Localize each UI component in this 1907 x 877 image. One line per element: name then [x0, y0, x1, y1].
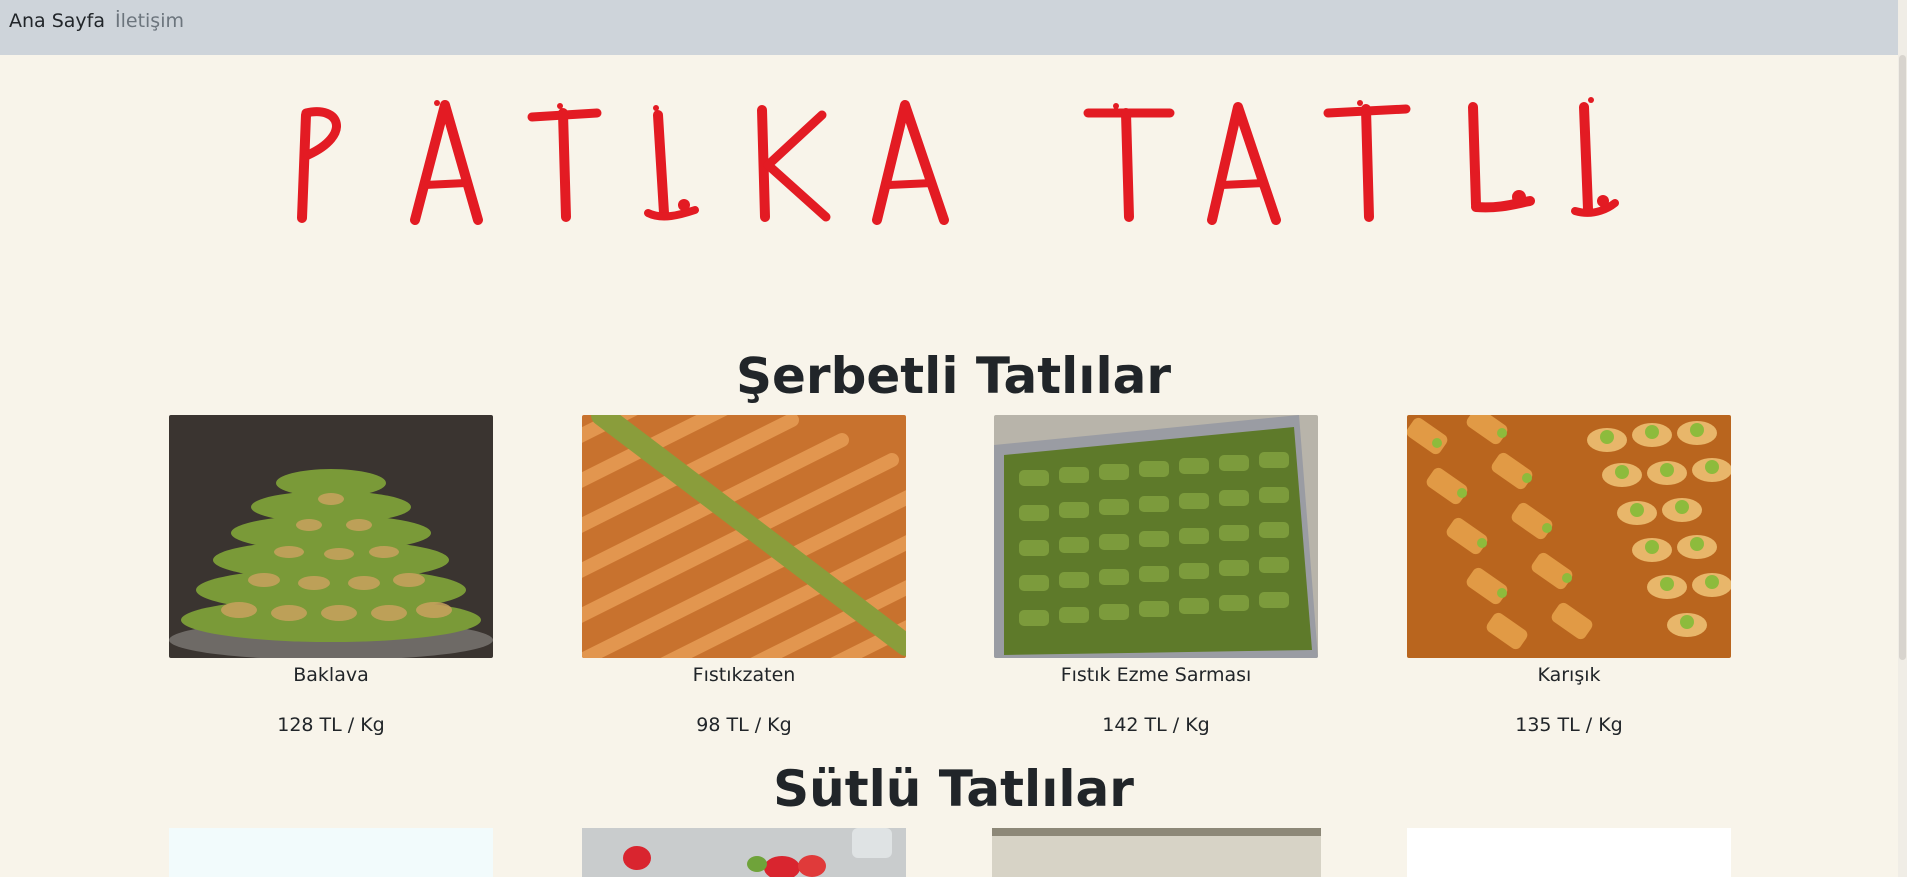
product-card: Fıstık Ezme Sarması 142 TL / Kg	[994, 415, 1318, 738]
karisik-image	[1407, 415, 1731, 658]
scrollbar-thumb[interactable]	[1899, 55, 1906, 660]
product-price: 98 TL / Kg	[696, 714, 792, 736]
product-name: Baklava	[293, 664, 369, 686]
product-image-partial	[169, 828, 493, 877]
baklava-image	[169, 415, 493, 658]
section-title-serbetli: Şerbetli Tatlılar	[736, 347, 1171, 405]
product-name: Karışık	[1537, 664, 1601, 686]
product-name: Fıstık Ezme Sarması	[1060, 664, 1252, 686]
nav-link-home[interactable]: Ana Sayfa	[9, 10, 105, 32]
brand-logo	[0, 85, 1907, 235]
product-card: Fıstıkzaten 98 TL / Kg	[582, 415, 906, 738]
product-image-partial	[582, 828, 906, 877]
product-price: 135 TL / Kg	[1515, 714, 1623, 736]
brand-logo-graphic	[297, 97, 1619, 225]
product-price: 142 TL / Kg	[1102, 714, 1210, 736]
navbar: Ana Sayfa İletişim	[0, 0, 1907, 55]
fistikzaten-image	[582, 415, 906, 658]
product-name: Fıstıkzaten	[692, 664, 796, 686]
product-image-partial	[1407, 828, 1731, 877]
fistik-ezme-sarmasi-image	[994, 415, 1318, 658]
scrollbar[interactable]	[1898, 0, 1907, 877]
nav-link-contact[interactable]: İletişim	[115, 10, 184, 32]
product-card: Baklava 128 TL / Kg	[169, 415, 493, 738]
section-title-sutlu: Sütlü Tatlılar	[773, 760, 1134, 818]
product-image-partial	[992, 828, 1321, 877]
product-price: 128 TL / Kg	[277, 714, 385, 736]
product-card: Karışık 135 TL / Kg	[1407, 415, 1731, 738]
